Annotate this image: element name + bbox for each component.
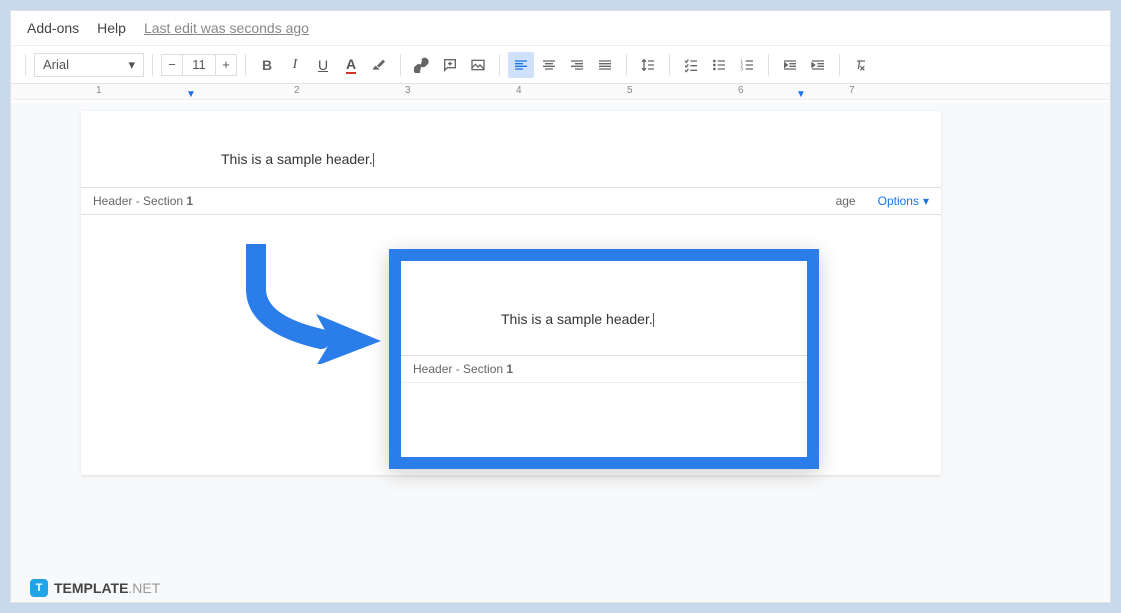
overlay-header-content: This is a sample header. [401,261,807,355]
menu-addons[interactable]: Add-ons [27,20,79,36]
numbered-list-button[interactable]: 123 [734,52,760,78]
decrease-size-button[interactable]: − [161,54,183,76]
right-indent-marker[interactable]: ▼ [796,89,806,100]
font-select[interactable]: Arial ▾ [34,53,144,77]
highlight-button[interactable] [366,52,392,78]
text-cursor [373,153,374,167]
increase-indent-button[interactable] [805,52,831,78]
brand-watermark: T TEMPLATE.NET [30,579,160,597]
text-cursor [653,313,654,327]
ruler-mark: 1 [96,85,102,96]
checklist-button[interactable] [678,52,704,78]
link-button[interactable] [409,52,435,78]
italic-button[interactable]: I [282,52,308,78]
increase-size-button[interactable]: + [215,54,237,76]
ruler: 1 ▼ 2 3 4 5 6 ▼ 7 [11,84,1110,100]
align-center-button[interactable] [536,52,562,78]
bold-button[interactable]: B [254,52,280,78]
decrease-indent-button[interactable] [777,52,803,78]
bullet-list-button[interactable] [706,52,732,78]
svg-text:3: 3 [740,66,743,71]
ruler-mark: 5 [627,85,633,96]
font-size-stepper[interactable]: − 11 + [161,54,237,76]
align-justify-button[interactable] [592,52,618,78]
align-left-button[interactable] [508,52,534,78]
header-section-bar: Header - Section 1 age Options▾ [81,187,941,215]
ruler-mark: 7 [849,85,855,96]
font-name: Arial [43,57,69,72]
header-section-label: Header - Section 1 [93,194,193,208]
underline-button[interactable]: U [310,52,336,78]
image-button[interactable] [465,52,491,78]
left-indent-marker[interactable]: ▼ [186,89,196,100]
brand-text: TEMPLATE [54,580,128,596]
font-size-value[interactable]: 11 [183,54,215,76]
align-right-button[interactable] [564,52,590,78]
header-options-button[interactable]: Options▾ [878,194,929,208]
arrow-annotation [236,244,396,364]
ruler-mark: 6 [738,85,744,96]
ruler-mark: 4 [516,85,522,96]
chevron-down-icon: ▾ [923,194,929,208]
text-color-button[interactable]: A [338,52,364,78]
menu-help[interactable]: Help [97,20,126,36]
comment-button[interactable] [437,52,463,78]
last-edit-link[interactable]: Last edit was seconds ago [144,20,309,36]
overlay-header-text: This is a sample header. [501,311,653,327]
ruler-mark: 2 [294,85,300,96]
header-content[interactable]: This is a sample header. [81,111,941,187]
different-first-page-partial[interactable]: age [836,194,856,208]
ruler-mark: 3 [405,85,411,96]
clear-formatting-button[interactable] [848,52,874,78]
header-text[interactable]: This is a sample header. [221,151,373,167]
zoom-overlay: This is a sample header. Header - Sectio… [389,249,819,469]
overlay-section-bar: Header - Section 1 [401,355,807,383]
chevron-down-icon: ▾ [128,57,135,73]
line-spacing-button[interactable] [635,52,661,78]
brand-logo-icon: T [30,579,48,597]
toolbar: Arial ▾ − 11 + B I U A [11,46,1110,84]
brand-domain: .NET [128,580,160,596]
